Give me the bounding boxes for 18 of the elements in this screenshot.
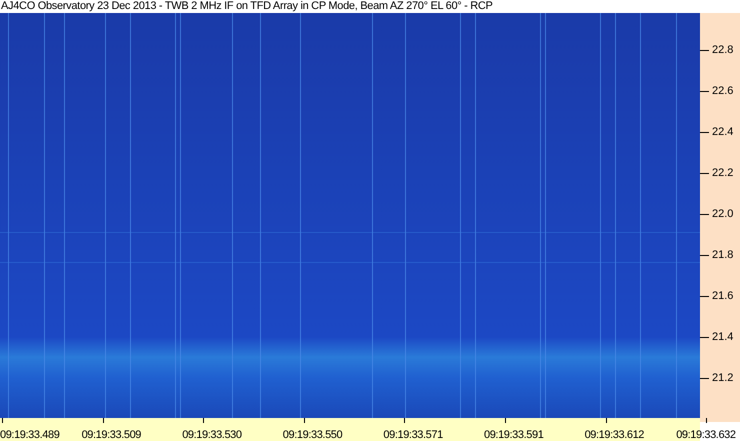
time-label: 09:19:33.632 <box>676 428 736 441</box>
time-label: 09:19:33.509 <box>82 428 142 441</box>
time-label: 09:19:33.530 <box>182 428 242 441</box>
frequency-label: 22.4 <box>712 125 734 140</box>
frequency-label: 22.8 <box>712 43 734 58</box>
frequency-label: 22.6 <box>712 84 734 100</box>
frequency-label: 21.8 <box>712 248 734 264</box>
time-label: 09:19:33.550 <box>282 428 342 441</box>
frequency-label: 21.4 <box>712 330 734 346</box>
time-label: 09:19:33.591 <box>484 428 544 441</box>
frequency-label: 22.0 <box>712 207 734 222</box>
time-label: 09:19:33.612 <box>584 428 644 441</box>
time-label: 09:19:33.489 <box>0 428 60 441</box>
frequency-label: 21.2 <box>712 371 734 386</box>
frequency-label: 21.6 <box>712 289 734 304</box>
window-title: AJ4CO Observatory 23 Dec 2013 - TWB 2 MHz IF on TFD Array in CP Mode, Beam AZ 270° EL 60° - RCP <box>0 0 494 13</box>
time-label: 09:19:33.571 <box>383 428 443 441</box>
frequency-label: 22.2 <box>712 166 734 182</box>
